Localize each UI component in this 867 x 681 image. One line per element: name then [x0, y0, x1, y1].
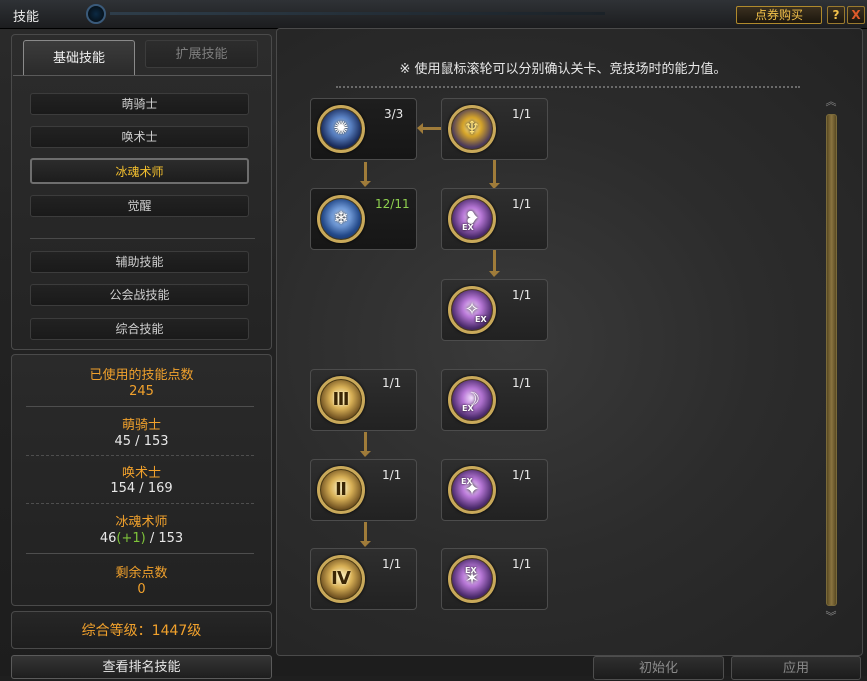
skill-slot: Ⅲ 1/1 — [310, 369, 417, 431]
stats-divider — [26, 553, 254, 555]
view-ranking-skills-button[interactable]: 查看排名技能 — [11, 655, 272, 679]
titlebar-decoration — [110, 12, 605, 15]
ice-soul-bonus: (+1) — [116, 531, 146, 546]
category-item-guild-war[interactable]: 公会战技能 — [30, 284, 249, 306]
skill-level: 1/1 — [382, 557, 402, 571]
skill-link-arrow — [360, 432, 371, 457]
ex-arcane-arc-icon[interactable]: ☽ EX — [448, 376, 496, 424]
knight-total: 153 — [143, 434, 169, 449]
skill-level: 1/1 — [382, 468, 402, 482]
skill-slot: ♆ 1/1 — [441, 98, 548, 160]
scroll-mastery-icon[interactable]: Ⅳ — [317, 555, 365, 603]
knight-points-label: 萌骑士 — [121, 418, 161, 433]
skill-level: 1/1 — [382, 376, 402, 390]
skill-link-arrow — [489, 160, 500, 189]
class-item-knight[interactable]: 萌骑士 — [30, 93, 249, 115]
skill-link-arrow — [360, 162, 371, 187]
list-divider — [30, 238, 255, 239]
ex-arcane-sigil-icon[interactable]: ✶ EX — [448, 555, 496, 603]
ex-arcane-wing-icon[interactable]: ❥ EX — [448, 195, 496, 243]
class-item-ice-soul[interactable]: 冰魂术师 — [30, 158, 249, 184]
skill-slot: ❄ 12/11 — [310, 188, 417, 250]
knight-points-value: 45 / 153 — [114, 434, 169, 449]
ice-shard-icon[interactable]: ❄ — [317, 195, 365, 243]
overall-level: 综合等级：1447级 — [11, 611, 272, 649]
skill-level: 1/1 — [512, 197, 532, 211]
class-item-summoner[interactable]: 唤术士 — [30, 126, 249, 148]
tab-underline — [13, 75, 271, 76]
skill-link-arrow — [360, 522, 371, 547]
skill-slot: ✧ EX 1/1 — [441, 279, 548, 341]
scrollbar-thumb[interactable] — [826, 114, 837, 606]
tab-extended-skills[interactable]: 扩展技能 — [145, 40, 258, 68]
mouse-wheel-notice: ※ 使用鼠标滚轮可以分别确认关卡、竞技场时的能力值。 — [399, 62, 727, 77]
ex-arcane-beast-icon[interactable]: ✦ EX — [448, 466, 496, 514]
skill-level: 12/11 — [375, 197, 410, 211]
knight-used: 45 — [114, 434, 132, 449]
guild-emblem-icon — [86, 4, 106, 24]
notice-divider — [336, 86, 800, 88]
stats-divider — [26, 406, 254, 408]
skill-slot: ❥ EX 1/1 — [441, 188, 548, 250]
skill-slot: ✦ EX 1/1 — [441, 459, 548, 521]
ex-arcane-spire-icon[interactable]: ✧ EX — [448, 286, 496, 334]
skill-level: 3/3 — [384, 107, 404, 121]
scroll-up-icon[interactable]: ︽ — [824, 96, 838, 108]
skill-level: 1/1 — [512, 376, 532, 390]
ice-soul-total: 153 — [158, 531, 184, 546]
scroll-down-icon[interactable]: ︾ — [824, 611, 838, 623]
skill-link-arrow — [489, 250, 500, 277]
ice-vortex-icon[interactable]: ✺ — [317, 105, 365, 153]
category-item-support[interactable]: 辅助技能 — [30, 251, 249, 273]
ice-soul-used: 46 — [99, 531, 117, 546]
skill-slot: Ⅱ 1/1 — [310, 459, 417, 521]
class-item-awakening[interactable]: 觉醒 — [30, 195, 249, 217]
skill-slot: ✶ EX 1/1 — [441, 548, 548, 610]
summoner-points-value: 154 / 169 — [110, 481, 173, 496]
scroll-mastery-icon[interactable]: Ⅲ — [317, 376, 365, 424]
window-title: 技能 — [13, 10, 40, 25]
used-points-value: 245 — [129, 384, 154, 399]
skill-slot: ☽ EX 1/1 — [441, 369, 548, 431]
apply-button[interactable]: 应用 — [731, 656, 861, 680]
help-icon[interactable]: ? — [827, 6, 845, 24]
golden-trident-icon[interactable]: ♆ — [448, 105, 496, 153]
buy-with-coupon-button[interactable]: 点券购买 — [736, 6, 822, 24]
ice-soul-points-label: 冰魂术师 — [115, 515, 168, 530]
skill-level: 1/1 — [512, 468, 532, 482]
ice-soul-points-value: 46(+1) / 153 — [99, 531, 184, 546]
summoner-total: 169 — [147, 481, 173, 496]
skill-link-arrow — [417, 123, 441, 134]
used-points-label: 已使用的技能点数 — [89, 368, 194, 383]
tab-basic-skills[interactable]: 基础技能 — [23, 40, 135, 76]
skill-level: 1/1 — [512, 107, 532, 121]
skill-level: 1/1 — [512, 288, 532, 302]
skill-slot: Ⅳ 1/1 — [310, 548, 417, 610]
skill-window: 技能 点券购买 ? X 基础技能 扩展技能 萌骑士 唤术士 冰魂术师 觉醒 辅助… — [0, 0, 867, 680]
remaining-points-label: 剩余点数 — [115, 566, 168, 581]
initialize-button[interactable]: 初始化 — [593, 656, 724, 680]
scroll-mastery-icon[interactable]: Ⅱ — [317, 466, 365, 514]
skill-slot: ✺ 3/3 — [310, 98, 417, 160]
category-item-general[interactable]: 综合技能 — [30, 318, 249, 340]
close-icon[interactable]: X — [847, 6, 865, 24]
skill-level: 1/1 — [512, 557, 532, 571]
stats-divider — [26, 503, 254, 505]
summoner-used: 154 — [110, 481, 136, 496]
stats-divider — [26, 455, 254, 457]
summoner-points-label: 唤术士 — [121, 466, 161, 481]
remaining-points-value: 0 — [137, 582, 146, 597]
